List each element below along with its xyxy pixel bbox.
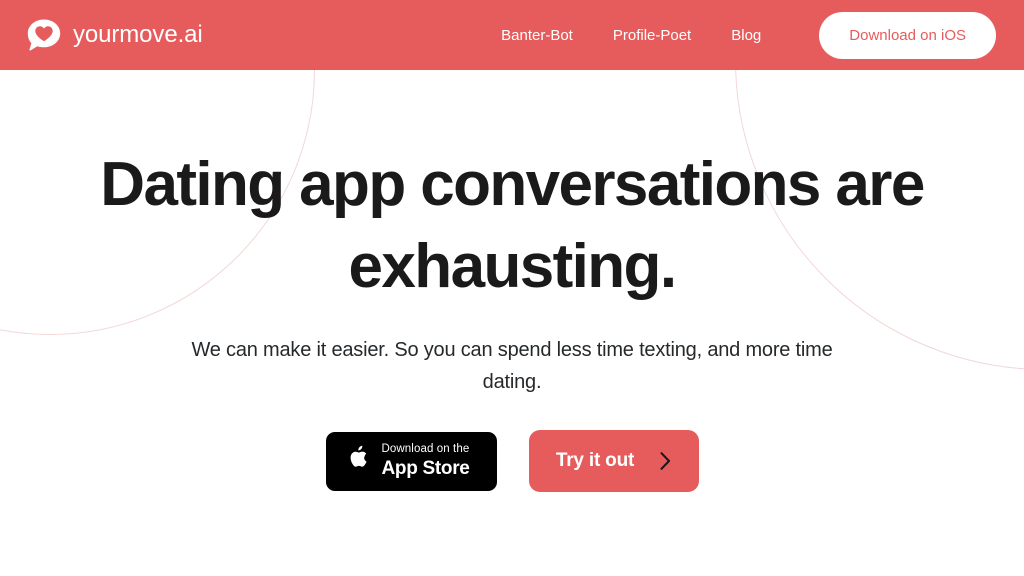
brand-name: yourmove.ai — [73, 21, 203, 48]
app-store-download-button[interactable]: Download on the App Store — [325, 431, 497, 491]
download-on-ios-button[interactable]: Download on iOS — [819, 11, 996, 59]
site-header: yourmove.ai Banter-Bot Profile-Poet Blog… — [0, 0, 1024, 70]
apple-logo-icon — [342, 442, 369, 480]
app-store-top-label: Download on the — [381, 443, 470, 456]
hero-title: Dating app conversations are exhausting. — [100, 150, 925, 301]
nav-item-blog[interactable]: Blog — [711, 27, 781, 44]
nav-item-banter-bot[interactable]: Banter-Bot — [481, 27, 593, 44]
app-store-labels: Download on the App Store — [382, 444, 470, 478]
app-store-bottom-label: App Store — [381, 457, 470, 479]
nav-item-profile-poet[interactable]: Profile-Poet — [593, 27, 711, 44]
brand-logo-link[interactable]: yourmove.ai — [26, 18, 203, 52]
try-it-out-button[interactable]: Try it out — [528, 430, 699, 492]
try-it-out-label: Try it out — [555, 450, 635, 471]
chevron-right-icon — [660, 452, 671, 470]
main-navigation: Banter-Bot Profile-Poet Blog Download on… — [481, 11, 1024, 59]
page-root: yourmove.ai Banter-Bot Profile-Poet Blog… — [0, 0, 1024, 576]
heart-speech-bubble-icon — [26, 18, 62, 52]
hero-action-buttons: Download on the App Store Try it out — [0, 430, 1024, 492]
hero-subtitle: We can make it easier. So you can spend … — [191, 339, 833, 393]
hero-section: Dating app conversations are exhausting.… — [0, 70, 1024, 492]
